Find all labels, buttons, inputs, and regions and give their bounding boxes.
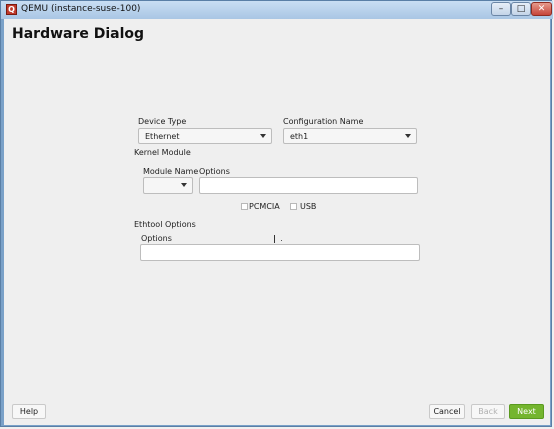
ethtool-section-label: Ethtool Options xyxy=(134,220,196,229)
pcmcia-checkbox[interactable] xyxy=(241,203,248,210)
configuration-name-select[interactable]: eth1 xyxy=(283,128,417,144)
help-button-label: Help xyxy=(19,407,39,416)
window-titlebar[interactable]: Q QEMU (instance-suse-100) – □ ✕ xyxy=(1,1,553,19)
module-name-select[interactable] xyxy=(143,177,193,194)
help-button[interactable]: Help xyxy=(12,404,46,419)
dialog-content: Hardware Dialog Device Type Ethernet Con… xyxy=(4,19,550,425)
module-options-input[interactable] xyxy=(199,177,418,194)
device-type-label: Device Type xyxy=(138,117,187,126)
chevron-down-icon xyxy=(260,134,266,138)
maximize-button[interactable]: □ xyxy=(511,2,531,16)
pcmcia-label: PCMCIA xyxy=(249,202,280,211)
back-button-label: Back xyxy=(478,407,498,416)
chevron-down-icon xyxy=(181,183,187,187)
text-cursor xyxy=(274,235,275,243)
next-button[interactable]: Next xyxy=(509,404,544,419)
next-button-label: Next xyxy=(517,407,536,416)
cancel-button-label: Cancel xyxy=(433,407,461,416)
usb-checkbox[interactable] xyxy=(290,203,297,210)
device-type-select[interactable]: Ethernet xyxy=(138,128,272,144)
qemu-app-icon: Q xyxy=(6,4,17,15)
qemu-window: Q QEMU (instance-suse-100) – □ ✕ Hardwar… xyxy=(0,0,553,427)
kernel-module-section-label: Kernel Module xyxy=(134,148,191,157)
configuration-name-label: Configuration Name xyxy=(283,117,364,126)
close-button[interactable]: ✕ xyxy=(531,2,552,16)
minimize-button[interactable]: – xyxy=(491,2,511,16)
module-options-label: Options xyxy=(199,167,230,176)
device-type-value: Ethernet xyxy=(145,132,180,141)
usb-label: USB xyxy=(300,202,317,211)
configuration-name-value: eth1 xyxy=(290,132,309,141)
back-button[interactable]: Back xyxy=(471,404,505,419)
window-title: QEMU (instance-suse-100) xyxy=(21,4,141,14)
cursor-dot xyxy=(281,240,282,241)
cancel-button[interactable]: Cancel xyxy=(429,404,465,419)
page-title: Hardware Dialog xyxy=(12,26,145,42)
ethtool-options-input[interactable] xyxy=(140,244,420,261)
module-name-label: Module Name xyxy=(143,167,199,176)
chevron-down-icon xyxy=(405,134,411,138)
ethtool-options-label: Options xyxy=(141,234,172,243)
